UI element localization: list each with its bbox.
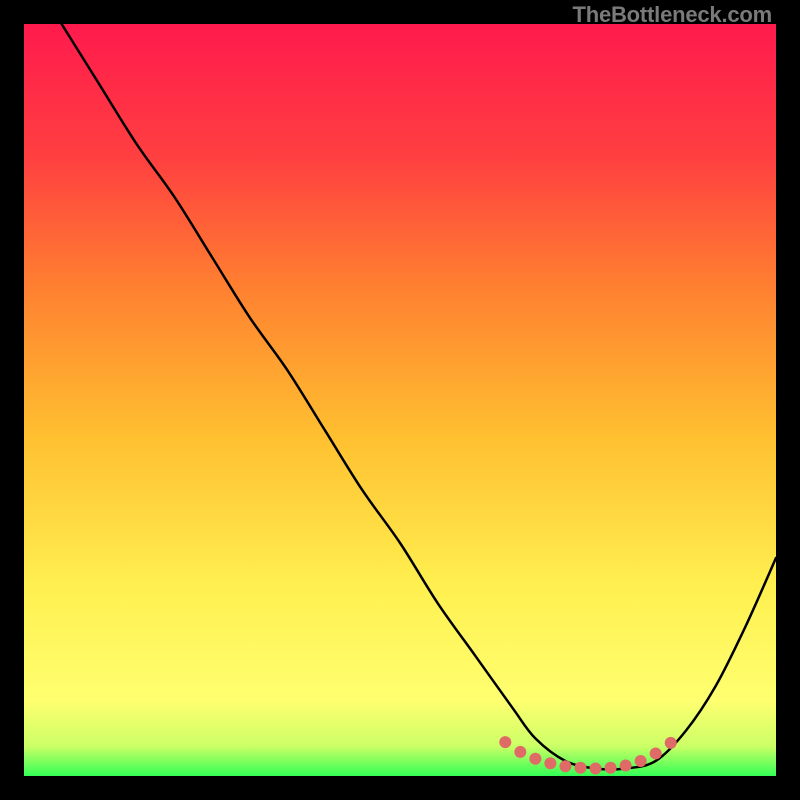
watermark-text: TheBottleneck.com bbox=[572, 2, 772, 28]
highlight-dot bbox=[529, 753, 541, 765]
highlight-dot bbox=[559, 760, 571, 772]
highlight-dot bbox=[499, 736, 511, 748]
chart-frame bbox=[24, 24, 776, 776]
highlight-dot bbox=[544, 757, 556, 769]
highlight-dot bbox=[514, 746, 526, 758]
gradient-background bbox=[24, 24, 776, 776]
bottleneck-chart bbox=[24, 24, 776, 776]
highlight-dot bbox=[590, 762, 602, 774]
highlight-dot bbox=[665, 737, 677, 749]
highlight-dot bbox=[605, 762, 617, 774]
highlight-dot bbox=[620, 759, 632, 771]
highlight-dot bbox=[635, 755, 647, 767]
highlight-dot bbox=[650, 747, 662, 759]
highlight-dot bbox=[574, 762, 586, 774]
